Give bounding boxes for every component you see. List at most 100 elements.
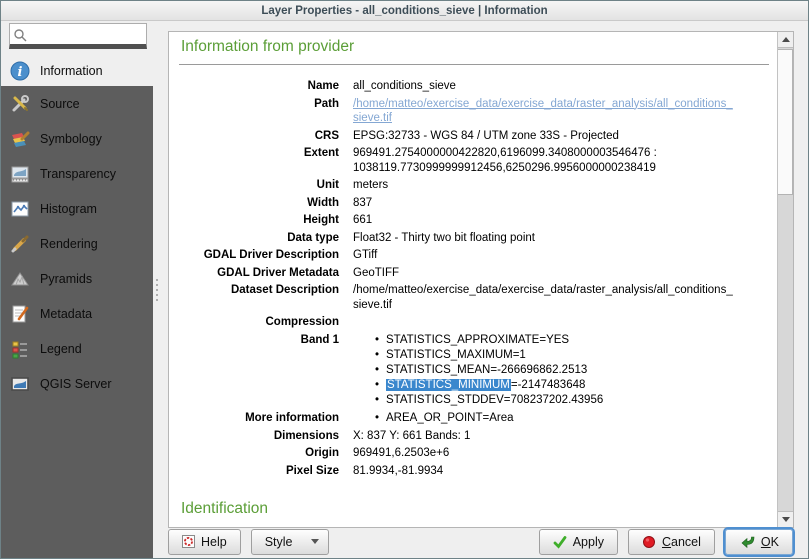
metadata-icon: [10, 304, 30, 324]
property-row: Height 661: [177, 213, 771, 228]
property-row: Data type Float32 - Thirty two bit float…: [177, 231, 771, 246]
layer-properties-dialog: Layer Properties - all_conditions_sieve …: [0, 0, 809, 559]
sidebar-item-information[interactable]: i Information: [1, 56, 153, 86]
sidebar-item-histogram[interactable]: Histogram: [1, 191, 153, 226]
property-label: GDAL Driver Description: [177, 248, 339, 263]
statistic-item-minimum: STATISTICS_MINIMUM=-2147483648: [386, 378, 603, 393]
sidebar-item-label: Source: [40, 97, 80, 111]
ok-arrow-icon: [739, 534, 755, 549]
symbology-icon: [10, 129, 30, 149]
help-icon: [182, 535, 195, 548]
sidebar-item-pyramids[interactable]: Pyramids: [1, 261, 153, 296]
dialog-button-bar: Help Style Apply Cancel: [168, 528, 793, 555]
ok-rest: K: [771, 535, 779, 549]
scroll-down-button[interactable]: [778, 511, 793, 527]
sidebar-item-rendering[interactable]: Rendering: [1, 226, 153, 261]
ok-label: OK: [761, 535, 779, 549]
property-row: More information AREA_OR_POINT=Area: [177, 411, 771, 426]
path-link[interactable]: /home/matteo/exercise_data/exercise_data…: [353, 98, 733, 125]
sidebar-item-legend[interactable]: Legend: [1, 331, 153, 366]
qgis-server-icon: [10, 374, 30, 394]
property-value: /home/matteo/exercise_data/exercise_data…: [353, 283, 735, 312]
property-label: More information: [177, 411, 339, 426]
property-row: GDAL Driver Metadata GeoTIFF: [177, 266, 771, 281]
cancel-label: Cancel: [662, 535, 701, 549]
sidebar-item-label: Pyramids: [40, 272, 92, 286]
property-row: Path /home/matteo/exercise_data/exercise…: [177, 97, 771, 126]
sidebar-item-label: Legend: [40, 342, 82, 356]
statistic-item: STATISTICS_STDDEV=708237202.43956: [386, 393, 603, 408]
cancel-button[interactable]: Cancel: [628, 529, 715, 555]
sidebar-item-label: Symbology: [40, 132, 102, 146]
vertical-scrollbar[interactable]: [777, 32, 793, 527]
information-icon: i: [10, 61, 30, 81]
property-label: Dataset Description: [177, 283, 339, 312]
property-label: Path: [177, 97, 339, 126]
property-label: Compression: [177, 315, 339, 330]
statistic-item: STATISTICS_MEAN=-266696862.2513: [386, 363, 603, 378]
pyramids-icon: [10, 269, 30, 289]
sidebar-item-symbology[interactable]: Symbology: [1, 121, 153, 156]
sidebar-item-transparency[interactable]: Transparency: [1, 156, 153, 191]
checkmark-icon: [553, 535, 567, 549]
property-row: CRS EPSG:32733 - WGS 84 / UTM zone 33S -…: [177, 129, 771, 144]
property-label: Pixel Size: [177, 464, 339, 479]
property-value: GeoTIFF: [353, 266, 399, 281]
property-value: 969491.2754000000422820,6196099.34080000…: [353, 146, 735, 175]
scroll-up-button[interactable]: [778, 32, 793, 48]
property-value: GTiff: [353, 248, 377, 263]
arrow-down-icon: [782, 517, 790, 522]
svg-text:i: i: [18, 65, 23, 80]
help-label: Help: [201, 535, 227, 549]
rendering-icon: [10, 234, 30, 254]
property-value: STATISTICS_APPROXIMATE=YES STATISTICS_MA…: [353, 333, 603, 408]
property-row: Compression: [177, 315, 771, 330]
property-row: GDAL Driver Description GTiff: [177, 248, 771, 263]
sidebar-item-label: Histogram: [40, 202, 97, 216]
apply-button[interactable]: Apply: [539, 529, 618, 555]
property-row: Origin 969491,6.2503e+6: [177, 446, 771, 461]
source-icon: [10, 94, 30, 114]
sidebar-item-metadata[interactable]: Metadata: [1, 296, 153, 331]
property-label: Unit: [177, 178, 339, 193]
property-row: Dimensions X: 837 Y: 661 Bands: 1: [177, 429, 771, 444]
arrow-up-icon: [782, 37, 790, 42]
property-label: Band 1: [177, 333, 339, 408]
more-information-item: AREA_OR_POINT=Area: [386, 411, 514, 426]
sidebar-item-label: Information: [40, 64, 103, 78]
sidebar-splitter-handle[interactable]: [155, 279, 159, 309]
style-button[interactable]: Style: [251, 529, 329, 555]
property-label: Origin: [177, 446, 339, 461]
cancel-rest: ancel: [671, 535, 701, 549]
selected-text: STATISTICS_MINIMUM: [386, 379, 511, 391]
property-value: X: 837 Y: 661 Bands: 1: [353, 429, 470, 444]
property-label: GDAL Driver Metadata: [177, 266, 339, 281]
property-row: Pixel Size 81.9934,-81.9934: [177, 464, 771, 479]
property-value: Float32 - Thirty two bit floating point: [353, 231, 535, 246]
statistic-item: STATISTICS_MAXIMUM=1: [386, 348, 603, 363]
ok-button[interactable]: OK: [725, 529, 793, 555]
sidebar-item-source[interactable]: Source: [1, 86, 153, 121]
property-label: Name: [177, 79, 339, 94]
help-button[interactable]: Help: [168, 529, 241, 555]
section-heading-provider: Information from provider: [181, 38, 771, 56]
sidebar-search-input[interactable]: [9, 23, 147, 49]
band1-statistics-list: STATISTICS_APPROXIMATE=YES STATISTICS_MA…: [353, 333, 603, 408]
property-label: Extent: [177, 146, 339, 175]
section-heading-identification: Identification: [181, 500, 771, 518]
transparency-icon: [10, 164, 30, 184]
property-value: 969491,6.2503e+6: [353, 446, 449, 461]
property-label: Height: [177, 213, 339, 228]
window-title: Layer Properties - all_conditions_sieve …: [1, 1, 808, 21]
property-row: Unit meters: [177, 178, 771, 193]
property-row: Dataset Description /home/matteo/exercis…: [177, 283, 771, 312]
sidebar-item-label: Rendering: [40, 237, 98, 251]
sidebar-item-qgis-server[interactable]: QGIS Server: [1, 366, 153, 401]
property-value: AREA_OR_POINT=Area: [353, 411, 514, 426]
legend-icon: [10, 339, 30, 359]
property-value: 837: [353, 196, 372, 211]
scrollbar-thumb[interactable]: [778, 49, 793, 195]
property-row-band1: Band 1 STATISTICS_APPROXIMATE=YES STATIS…: [177, 333, 771, 408]
property-value: 81.9934,-81.9934: [353, 464, 443, 479]
sidebar-item-label: QGIS Server: [40, 377, 112, 391]
